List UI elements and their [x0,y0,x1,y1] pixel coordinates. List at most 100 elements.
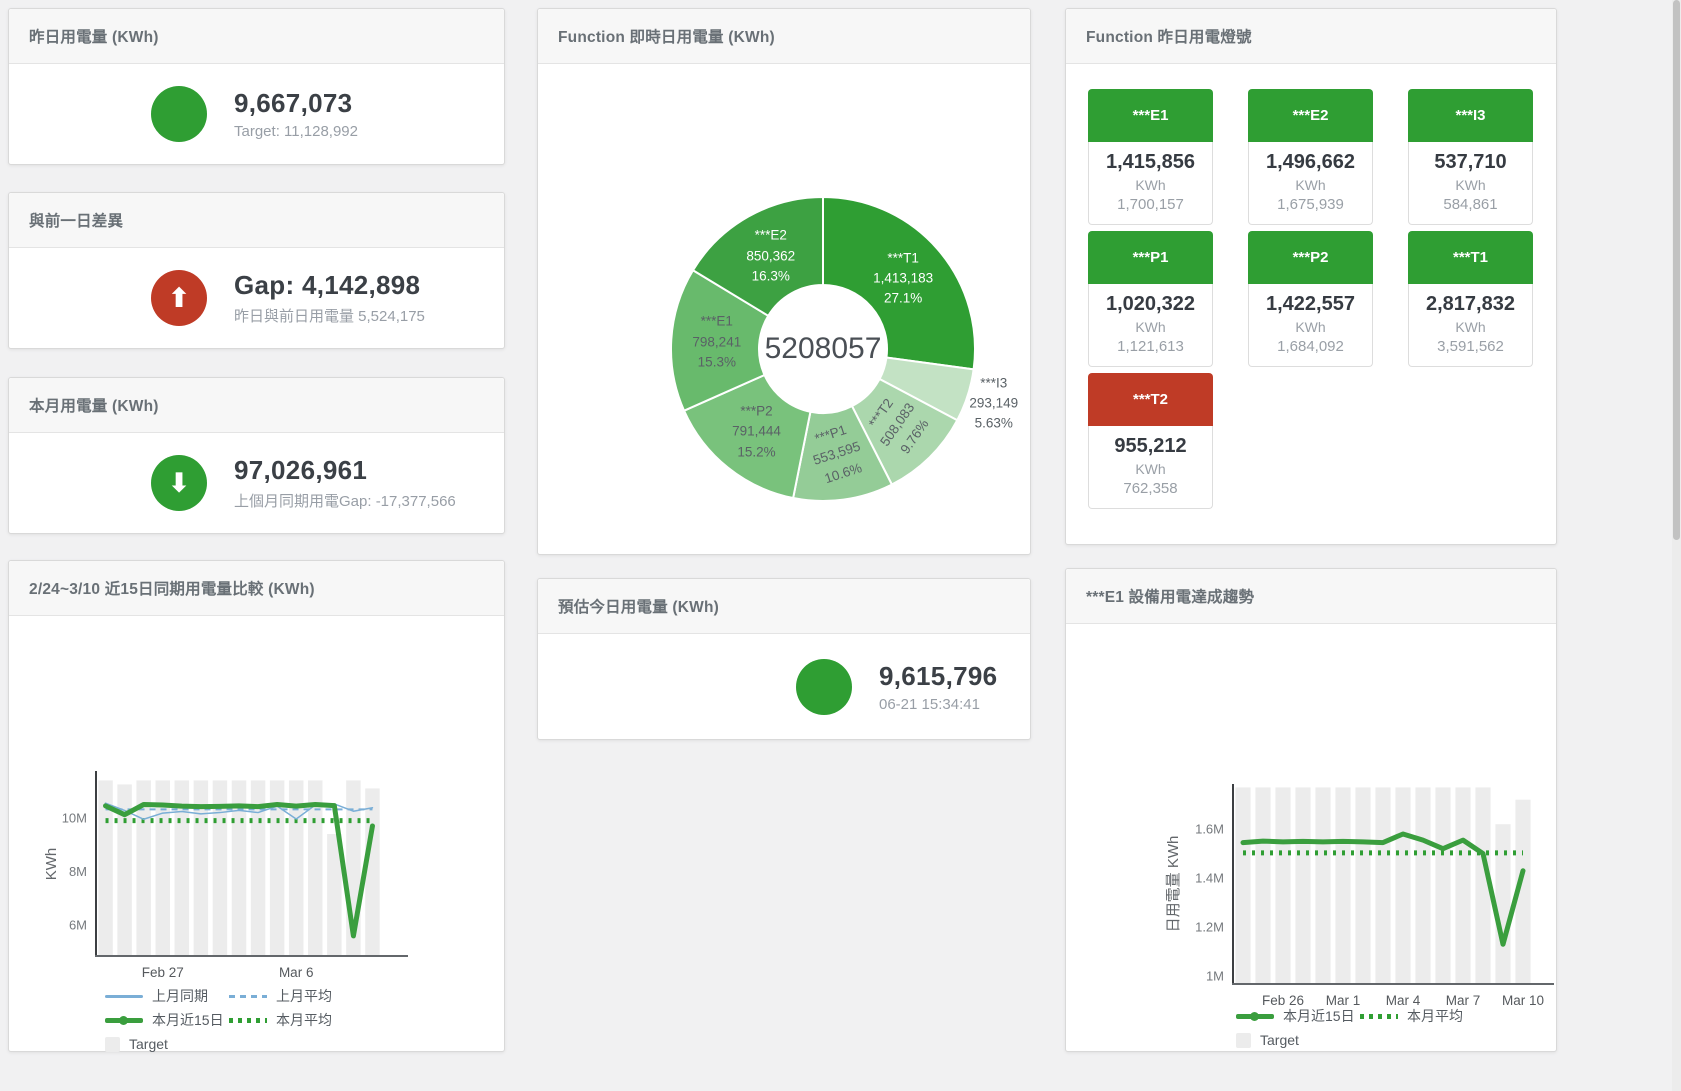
donut-center-total: 5208057 [765,332,882,366]
target-bar [1255,787,1270,984]
gap-value: Gap: 4,142,898 [234,270,425,301]
gap-subtitle: 昨日與前日用電量 5,524,175 [234,305,425,326]
estimate-value: 9,615,796 [879,661,997,692]
tile-unit: KWh [1089,319,1212,335]
panel-title: 昨日用電量 (KWh) [9,9,504,64]
target-bar [1495,824,1510,984]
panel-yesterday-lights: Function 昨日用電燈號 ***E11,415,856KWh1,700,1… [1065,8,1557,545]
panel-estimate-today: 預估今日用電量 (KWh) 9,615,796 06-21 15:34:41 [537,578,1031,740]
y-tick-label: 1.6M [1195,822,1224,837]
tile-unit: KWh [1249,319,1372,335]
tile-value: 1,020,322 [1089,293,1212,316]
tile-target: 3,591,562 [1409,338,1532,355]
x-tick-label: Feb 27 [142,965,184,980]
target-bar [1295,787,1310,984]
target-bar [1355,787,1370,984]
panel-month-usage: 本月用電量 (KWh) ⬇ 97,026,961 上個月同期用電Gap: -17… [8,377,505,534]
tile-header: ***T2 [1088,373,1213,426]
light-tile-***I3: ***I3537,710KWh584,861 [1408,89,1533,225]
tile-target: 1,700,157 [1089,196,1212,213]
target-bar [1335,787,1350,984]
tile-unit: KWh [1409,319,1532,335]
legend-label: 上月同期 [152,986,208,1006]
tile-value: 2,817,832 [1409,293,1532,316]
legend-swatch-line-thick [105,1018,143,1023]
tile-header: ***P1 [1088,231,1213,284]
tile-target: 1,675,939 [1249,196,1372,213]
tile-header: ***P2 [1248,231,1373,284]
target-bar [1275,787,1290,984]
target-bar [1435,787,1450,984]
target-bar [1235,787,1250,984]
light-tile-***E2: ***E2 1,496,662 KWh 1,675,939 [1248,89,1373,225]
panel-e1-trend-chart: ***E1 設備用電達成趨勢 1M1.2M1.4M1.6M日用電量 KWhFeb… [1065,568,1557,1052]
target-bar [1455,787,1470,984]
realtime-usage-donut [538,64,1030,554]
y-tick-label: 1.4M [1195,871,1224,886]
tile-unit: KWh [1089,177,1212,193]
panel-15day-compare-chart: 2/24~3/10 近15日同期用電量比較 (KWh) 6M8M10MKWhFe… [8,560,505,1052]
y-tick-label: 1.2M [1195,920,1224,935]
tile-target: 584,861 [1409,196,1532,213]
legend-swatch-dots [1360,1014,1398,1019]
yesterday-usage-value: 9,667,073 [234,88,358,119]
tile-target: 1,684,092 [1249,338,1372,355]
tile-header: ***T1 [1408,231,1533,284]
tile-value: 1,422,557 [1249,293,1372,316]
legend-label: 上月平均 [276,986,332,1006]
y-tick-label: 6M [69,918,87,933]
status-circle-red: ⬆ [151,270,207,326]
x-tick-label: Mar 6 [279,965,314,980]
month-usage-gap: 上個月同期用電Gap: -17,377,566 [234,490,456,511]
legend-label: 本月平均 [276,1010,332,1030]
legend-swatch-dash [229,995,267,998]
legend-label: 本月近15日 [1283,1006,1355,1026]
panel-title: ***E1 設備用電達成趨勢 [1066,569,1556,624]
tile-header: ***I3 [1408,89,1533,142]
y-tick-label: 8M [69,864,87,879]
panel-title: 預估今日用電量 (KWh) [538,579,1030,634]
legend-item-Target[interactable]: Target [105,1036,229,1052]
target-bar [1315,787,1330,984]
legend-item-上月同期[interactable]: 上月同期 [105,986,229,1006]
target-bar [1375,787,1390,984]
up-arrow-icon: ⬆ [168,283,191,314]
legend-item-本月平均[interactable]: 本月平均 [1360,1006,1484,1026]
legend-item-本月平均[interactable]: 本月平均 [229,1010,353,1030]
light-tile-***P2: ***P2 1,422,557 KWh 1,684,092 [1248,231,1373,367]
panel-title: 本月用電量 (KWh) [9,378,504,433]
status-circle-green [151,86,207,142]
x-tick-label: Mar 10 [1502,993,1544,1008]
legend-swatch-square [1236,1033,1251,1048]
tile-value: 955,212 [1089,435,1212,458]
trend-chart-legend: 本月近15日本月平均Target [1236,1004,1484,1052]
legend-swatch-line-thick [1236,1014,1274,1019]
tile-unit: KWh [1409,177,1532,193]
legend-swatch-square [105,1037,120,1052]
estimate-timestamp: 06-21 15:34:41 [879,696,997,713]
tile-target: 1,121,613 [1089,338,1212,355]
tile-unit: KWh [1249,177,1372,193]
y-tick-label: 1M [1206,969,1224,984]
scrollbar[interactable] [1672,0,1681,1091]
panel-gap-prev-day: 與前一日差異 ⬆ Gap: 4,142,898 昨日與前日用電量 5,524,1… [8,192,505,349]
panel-yesterday-usage: 昨日用電量 (KWh) 9,667,073 Target: 11,128,992 [8,8,505,165]
light-tile-***T2: ***T2955,212KWh762,358 [1088,373,1213,509]
panel-title: Function 即時日用電量 (KWh) [538,9,1030,64]
tile-value: 1,496,662 [1249,151,1372,174]
light-tile-***E1: ***E11,415,856KWh1,700,157 [1088,89,1213,225]
tile-unit: KWh [1089,461,1212,477]
tile-header: ***E2 [1248,89,1373,142]
e1-trend-line-chart: 1M1.2M1.4M1.6M日用電量 KWhFeb 26Mar 1Mar 4Ma… [1066,624,1554,1050]
legend-label: 本月近15日 [152,1010,224,1030]
legend-item-上月平均[interactable]: 上月平均 [229,986,353,1006]
light-tile-***P1: ***P1 1,020,322 KWh 1,121,613 [1088,231,1213,367]
panel-title: 與前一日差異 [9,193,504,248]
legend-item-Target[interactable]: Target [1236,1032,1360,1048]
tile-value: 1,415,856 [1089,151,1212,174]
legend-swatch-line-thin [105,995,143,998]
legend-item-本月近15日[interactable]: 本月近15日 [1236,1006,1360,1026]
legend-item-本月近15日[interactable]: 本月近15日 [105,1010,229,1030]
legend-swatch-dots [229,1018,267,1023]
scrollbar-thumb[interactable] [1673,0,1680,540]
